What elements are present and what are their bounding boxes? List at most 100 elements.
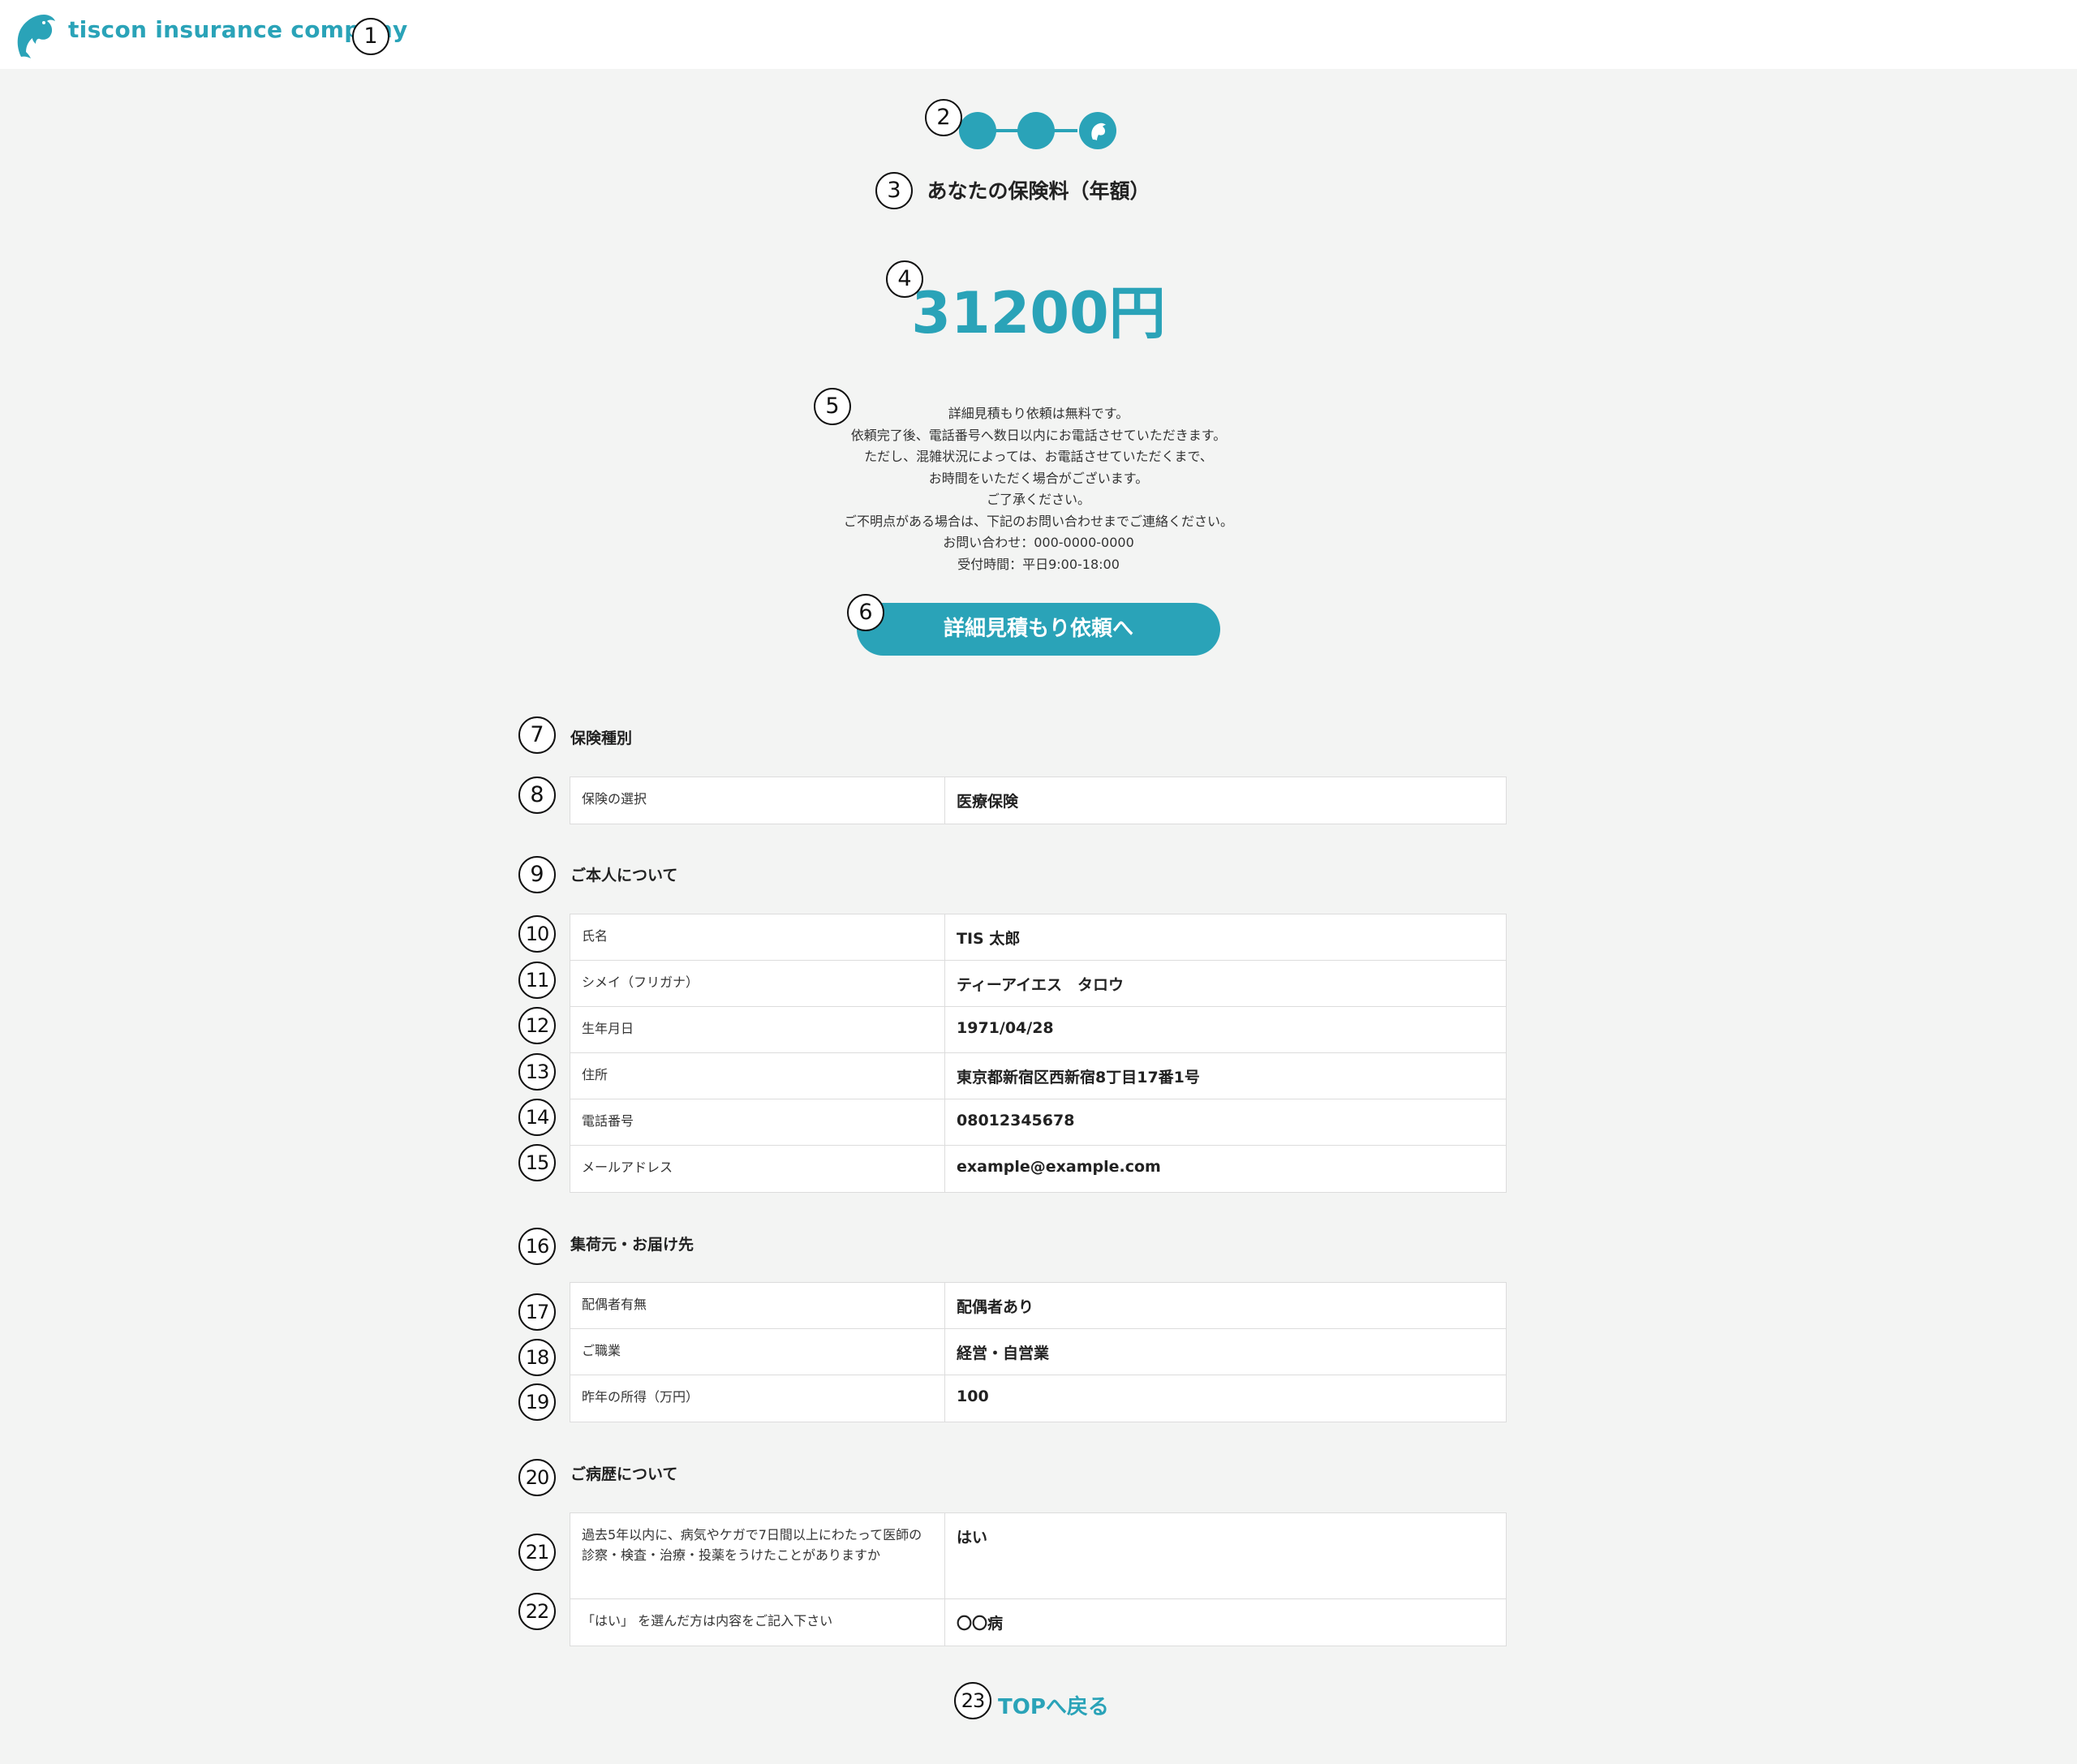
notice-line: 依頼完了後、電話番号へ数日以内にお電話させていただきます。	[850, 427, 1227, 443]
row-value: TIS 太郎	[957, 930, 1021, 948]
request-detailed-quote-button[interactable]: 詳細見積もり依頼へ	[857, 603, 1220, 656]
cell-divider	[944, 914, 945, 960]
row-value: example@example.com	[957, 1158, 1161, 1176]
table-row: 氏名 TIS 太郎	[570, 914, 1506, 961]
row-label: 過去5年以内に、病気やケガで7日間以上にわたって医師の診察・検査・治療・投薬をう…	[582, 1527, 922, 1563]
step-connector	[1053, 129, 1077, 132]
table-row: 配偶者有無 配偶者あり	[570, 1283, 1506, 1329]
row-value: 〇〇病	[957, 1615, 1004, 1633]
table-row: 「はい」 を選んだ方は内容をご記入下さい 〇〇病	[570, 1599, 1506, 1646]
row-value: 東京都新宿区西新宿8丁目17番1号	[957, 1069, 1200, 1086]
back-to-top-link[interactable]: TOPへ戻る	[998, 1690, 1109, 1720]
annotation-marker: 4	[886, 260, 923, 298]
progress-steps	[959, 112, 1118, 149]
personal-info-table: 氏名 TIS 太郎 シメイ（フリガナ） ティーアイエス タロウ 生年月日 197…	[570, 914, 1507, 1193]
cell-divider	[944, 1513, 945, 1598]
row-value: ティーアイエス タロウ	[957, 976, 1124, 994]
row-value: 08012345678	[957, 1112, 1075, 1129]
annotation-marker: 10	[518, 915, 556, 953]
notice-line: お問い合わせ：000-0000-0000	[943, 535, 1134, 550]
section-title-insurance-type: 保険種別	[570, 729, 633, 747]
step-1	[959, 112, 996, 149]
premium-title: あなたの保険料（年額）	[927, 179, 1150, 203]
annotation-marker: 5	[814, 388, 851, 425]
row-value: 配偶者あり	[957, 1298, 1034, 1316]
cell-divider	[944, 1599, 945, 1646]
table-row: 生年月日 1971/04/28	[570, 1007, 1506, 1053]
cell-divider	[944, 777, 945, 824]
annotation-marker: 23	[954, 1682, 991, 1719]
section-title-personal: ご本人について	[570, 867, 678, 884]
table-row: シメイ（フリガナ） ティーアイエス タロウ	[570, 961, 1506, 1007]
annotation-marker: 19	[518, 1383, 556, 1421]
table-row: 昨年の所得（万円） 100	[570, 1375, 1506, 1422]
row-label: 「はい」 を選んだ方は内容をご記入下さい	[582, 1613, 833, 1628]
section-title-pickup: 集荷元・お届け先	[570, 1236, 694, 1254]
cell-divider	[944, 1007, 945, 1052]
row-value: 医療保険	[957, 793, 1019, 811]
row-label: 電話番号	[582, 1113, 634, 1129]
row-label: メールアドレス	[582, 1160, 673, 1175]
notice-line: 受付時間：平日9:00-18:00	[957, 556, 1120, 572]
table-row: 保険の選択 医療保険	[570, 777, 1506, 824]
annotation-marker: 18	[518, 1339, 556, 1376]
row-label: 配偶者有無	[582, 1297, 647, 1312]
table-row: メールアドレス example@example.com	[570, 1146, 1506, 1192]
section-title-medical: ご病歴について	[570, 1465, 678, 1483]
dolphin-logo-icon[interactable]	[13, 10, 57, 60]
step-connector	[995, 129, 1019, 132]
annotation-marker: 6	[847, 594, 884, 631]
notice-line: ご不明点がある場合は、下記のお問い合わせまでご連絡ください。	[843, 513, 1233, 529]
dolphin-step-icon	[1091, 123, 1106, 140]
row-label: ご職業	[582, 1343, 621, 1358]
insurance-type-table: 保険の選択 医療保険	[570, 777, 1507, 824]
cell-divider	[944, 1329, 945, 1375]
step-3-current	[1079, 112, 1116, 149]
table-row: ご職業 経営・自営業	[570, 1329, 1506, 1375]
medical-history-table: 過去5年以内に、病気やケガで7日間以上にわたって医師の診察・検査・治療・投薬をう…	[570, 1512, 1507, 1646]
annotation-marker: 21	[518, 1534, 556, 1571]
pickup-table: 配偶者有無 配偶者あり ご職業 経営・自営業 昨年の所得（万円） 100	[570, 1282, 1507, 1422]
row-label: 保険の選択	[582, 791, 647, 807]
table-row: 住所 東京都新宿区西新宿8丁目17番1号	[570, 1053, 1506, 1099]
premium-price: 31200円	[911, 280, 1166, 346]
table-row: 過去5年以内に、病気やケガで7日間以上にわたって医師の診察・検査・治療・投薬をう…	[570, 1513, 1506, 1599]
annotation-marker: 8	[518, 777, 556, 814]
annotation-marker: 20	[518, 1459, 556, 1496]
row-label: 生年月日	[582, 1021, 634, 1036]
annotation-marker: 11	[518, 962, 556, 999]
annotation-marker: 2	[925, 99, 962, 136]
row-value: 経営・自営業	[957, 1345, 1050, 1362]
annotation-marker: 7	[518, 716, 556, 754]
cell-divider	[944, 961, 945, 1006]
row-label: 住所	[582, 1067, 608, 1082]
row-label: 氏名	[582, 928, 608, 944]
cell-divider	[944, 1375, 945, 1422]
annotation-marker: 17	[518, 1293, 556, 1331]
notice-line: ご了承ください。	[986, 492, 1090, 507]
cell-divider	[944, 1146, 945, 1192]
notice-line: お時間をいただく場合がございます。	[928, 470, 1149, 486]
row-value: はい	[957, 1529, 988, 1547]
cell-divider	[944, 1099, 945, 1145]
annotation-marker: 3	[875, 172, 913, 209]
annotation-marker: 22	[518, 1593, 556, 1630]
annotation-marker: 9	[518, 856, 556, 893]
row-label: シメイ（フリガナ）	[582, 975, 699, 990]
annotation-marker: 1	[352, 18, 389, 55]
notice-line: ただし、混雑状況によっては、お電話させていただくまで、	[864, 449, 1213, 464]
annotation-marker: 13	[518, 1053, 556, 1091]
cell-divider	[944, 1053, 945, 1099]
site-header: tiscon insurance company	[0, 0, 2077, 69]
row-label: 昨年の所得（万円）	[582, 1389, 699, 1405]
row-value: 100	[957, 1388, 989, 1405]
row-value: 1971/04/28	[957, 1019, 1054, 1037]
annotation-marker: 16	[518, 1228, 556, 1265]
table-row: 電話番号 08012345678	[570, 1099, 1506, 1146]
notice-text: 詳細見積もり依頼は無料です。 依頼完了後、電話番号へ数日以内にお電話させていただ…	[755, 403, 1322, 575]
annotation-marker: 12	[518, 1007, 556, 1044]
step-2	[1017, 112, 1055, 149]
cell-divider	[944, 1283, 945, 1328]
annotation-marker: 15	[518, 1144, 556, 1181]
annotation-marker: 14	[518, 1099, 556, 1136]
